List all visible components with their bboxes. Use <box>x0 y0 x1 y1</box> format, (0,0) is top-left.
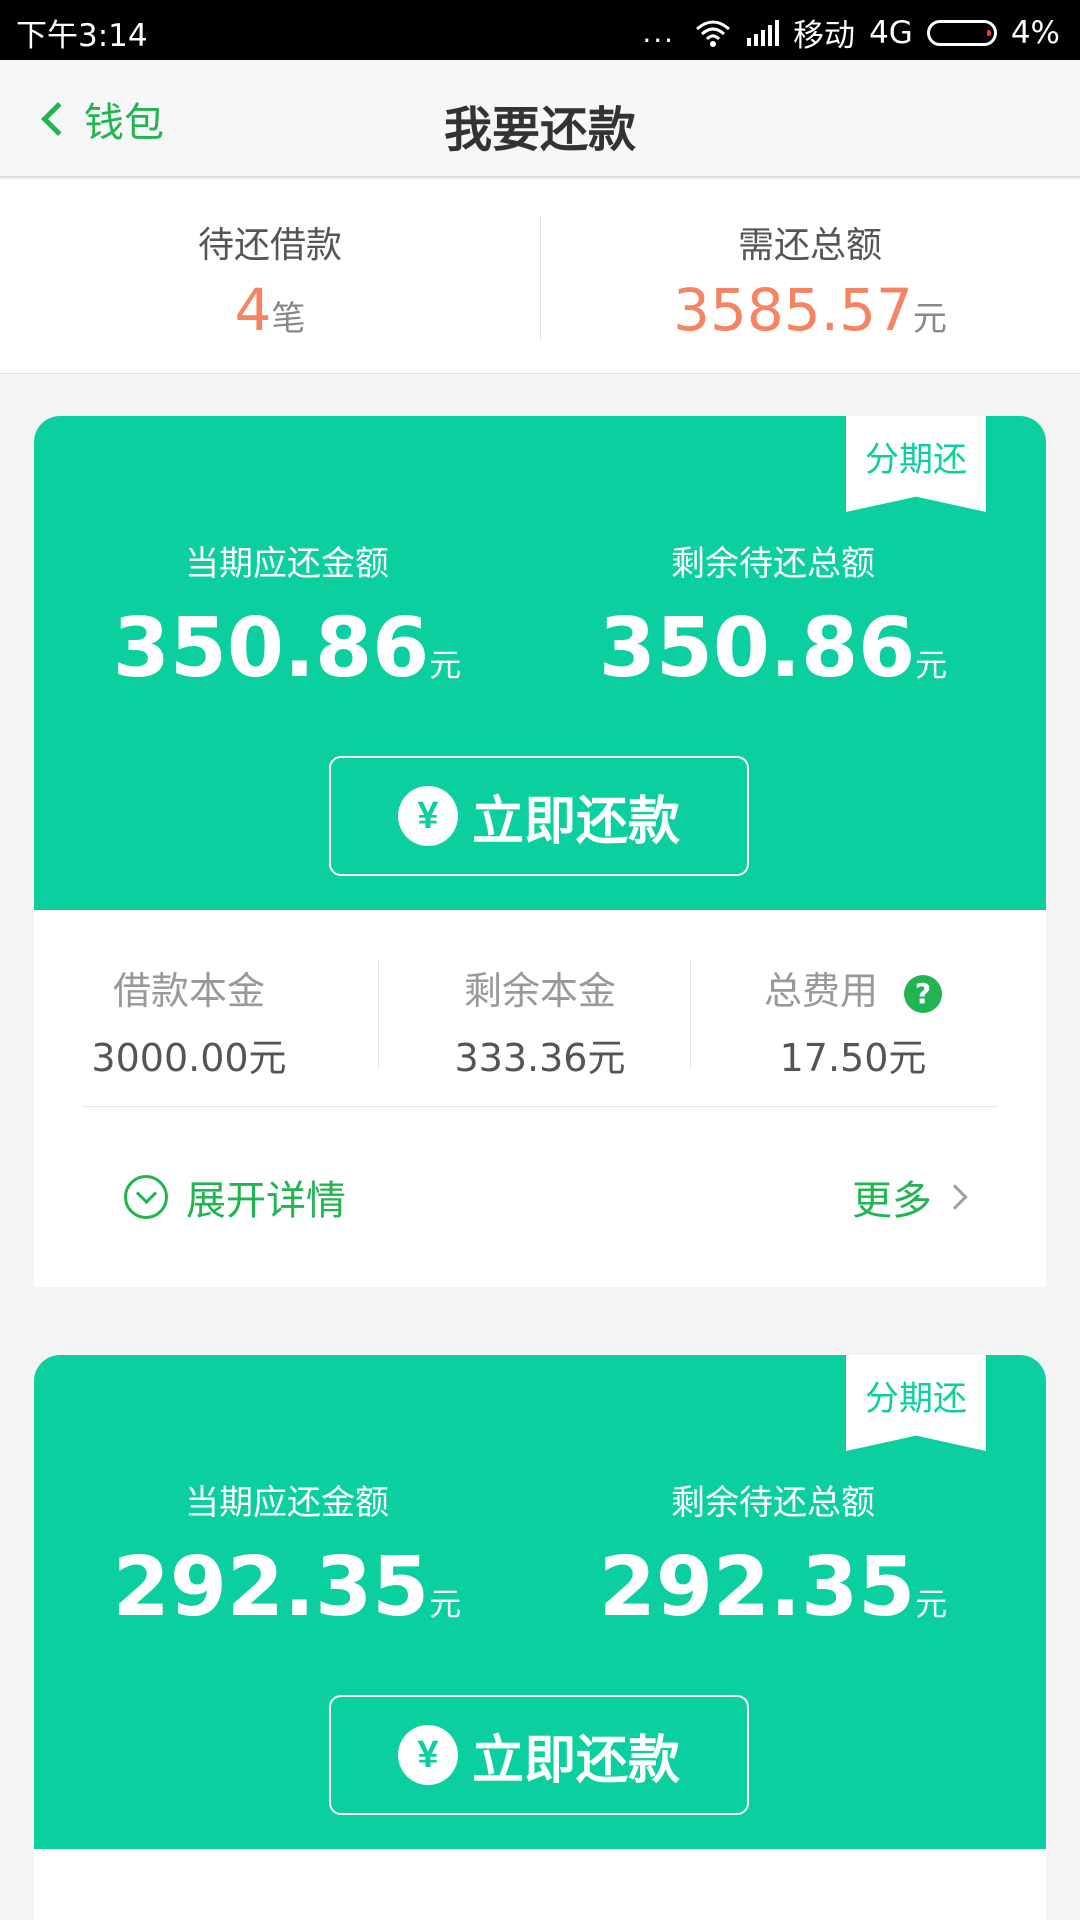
loan-card: 分期还 当期应还金额 350.86元 剩余待还总额 350.86元 ¥ 立即还款… <box>34 416 1046 1287</box>
current-due-label: 当期应还金额 <box>185 544 389 584</box>
expand-details-button[interactable]: 展开详情 <box>124 1168 346 1226</box>
total-due: 需还总额 3585.57元 <box>540 216 1080 344</box>
repay-now-label: 立即还款 <box>471 1731 680 1790</box>
loan-card-header: 分期还 当期应还金额 292.35元 剩余待还总额 292.35元 ¥ 立即还款 <box>34 1355 1046 1863</box>
total-fee-label-row: 总费用? <box>698 960 1008 1015</box>
total-due-value: 3585.57元 <box>540 276 1080 344</box>
pending-loans-value: 4笔 <box>0 276 540 344</box>
pending-count: 4 <box>234 276 272 344</box>
total-fee: 总费用? 17.50元 <box>698 960 1008 1082</box>
remaining-due: 剩余待还总额 292.35元 <box>520 1475 1026 1635</box>
installment-ribbon: 分期还 <box>846 1355 986 1451</box>
expand-details-label: 展开详情 <box>186 1178 346 1224</box>
principal-value: 3000.00元 <box>91 1036 287 1080</box>
remaining-due: 剩余待还总额 350.86元 <box>520 536 1026 696</box>
remaining-due-label: 剩余待还总额 <box>671 1483 875 1523</box>
current-due: 当期应还金额 292.35元 <box>34 1475 540 1635</box>
more-button[interactable]: 更多 <box>852 1168 968 1226</box>
network-type: 4G <box>869 14 913 51</box>
remaining-due-unit: 元 <box>915 1585 948 1623</box>
current-due-unit: 元 <box>429 646 462 684</box>
pending-loans: 待还借款 4笔 <box>0 216 540 344</box>
status-icons: ... 移动 4G 4% <box>642 10 1060 55</box>
remaining-due-amount: 350.86 <box>598 601 916 696</box>
total-unit: 元 <box>912 299 947 339</box>
battery-icon <box>926 19 997 46</box>
loan-detail-columns: 借款本金 3000.00元 剩余本金 333.36元 总费用? 17.50元 <box>34 960 1046 1090</box>
battery-percent: 4% <box>1010 14 1060 51</box>
detail-divider <box>378 960 379 1070</box>
chevron-down-circle-icon <box>124 1175 168 1219</box>
current-due-label: 当期应还金额 <box>185 1483 389 1523</box>
carrier-name: 移动 <box>793 18 856 54</box>
page-title: 我要还款 <box>443 102 636 158</box>
total-amount: 3585.57 <box>673 276 913 344</box>
remaining-due-value: 350.86元 <box>520 601 1026 696</box>
remaining-principal: 剩余本金 333.36元 <box>385 960 695 1082</box>
status-bar: 下午3:14 ... 移动 4G 4% <box>0 0 1080 60</box>
installment-ribbon: 分期还 <box>846 416 986 512</box>
pending-loans-label: 待还借款 <box>197 225 342 266</box>
yen-icon: ¥ <box>397 1725 458 1785</box>
loan-card-header: 分期还 当期应还金额 350.86元 剩余待还总额 350.86元 ¥ 立即还款 <box>34 416 1046 924</box>
help-icon[interactable]: ? <box>904 974 942 1013</box>
repay-now-label: 立即还款 <box>471 792 680 851</box>
notification-dots-icon: ... <box>642 16 676 49</box>
total-fee-label: 总费用 <box>763 969 878 1013</box>
remaining-due-unit: 元 <box>915 646 948 684</box>
remaining-due-label: 剩余待还总额 <box>671 544 875 584</box>
principal: 借款本金 3000.00元 <box>34 960 344 1082</box>
repayment-summary: 待还借款 4笔 需还总额 3585.57元 <box>0 180 1080 374</box>
remaining-principal-label: 剩余本金 <box>463 969 616 1013</box>
more-label: 更多 <box>852 1178 932 1224</box>
current-due-value: 350.86元 <box>34 601 540 696</box>
signal-icon <box>747 19 780 46</box>
wifi-icon <box>696 20 731 47</box>
remaining-principal-value: 333.36元 <box>454 1036 626 1080</box>
loan-card-details <box>34 1849 1046 1920</box>
pending-unit: 笔 <box>271 299 306 339</box>
current-due-amount: 292.35 <box>112 1540 430 1635</box>
yen-icon: ¥ <box>397 786 458 846</box>
detail-divider <box>690 960 691 1070</box>
repay-now-button[interactable]: ¥ 立即还款 <box>329 756 749 876</box>
total-due-label: 需还总额 <box>737 225 882 266</box>
nav-bar: 钱包 我要还款 <box>0 60 1080 178</box>
status-time: 下午3:14 <box>16 18 148 54</box>
current-due-amount: 350.86 <box>112 601 430 696</box>
total-fee-value: 17.50元 <box>779 1036 927 1080</box>
current-due-unit: 元 <box>429 1585 462 1623</box>
remaining-due-value: 292.35元 <box>520 1540 1026 1635</box>
repay-now-button[interactable]: ¥ 立即还款 <box>329 1695 749 1815</box>
chevron-right-icon <box>942 1184 968 1210</box>
loan-card: 分期还 当期应还金额 292.35元 剩余待还总额 292.35元 ¥ 立即还款 <box>34 1355 1046 1920</box>
current-due: 当期应还金额 350.86元 <box>34 536 540 696</box>
loan-card-details: 借款本金 3000.00元 剩余本金 333.36元 总费用? 17.50元 展… <box>34 910 1046 1287</box>
principal-label: 借款本金 <box>112 969 265 1013</box>
current-due-value: 292.35元 <box>34 1540 540 1635</box>
remaining-due-amount: 292.35 <box>598 1540 916 1635</box>
detail-separator <box>82 1106 998 1107</box>
